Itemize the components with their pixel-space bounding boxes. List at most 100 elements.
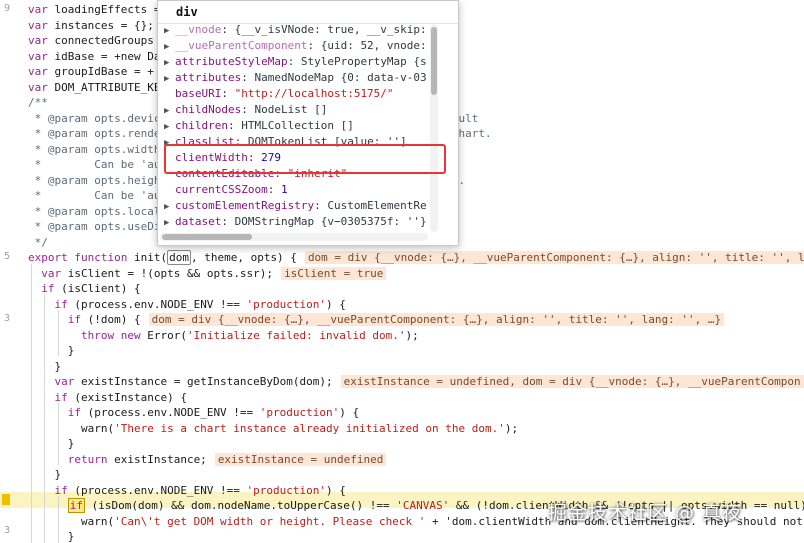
property-row[interactable]: ▶ childNodes: NodeList [] [164, 102, 436, 118]
code-token: (isDom(dom) && dom.nodeName.toUpperCase(… [85, 499, 397, 512]
code-token: * @param opts.local [28, 204, 161, 218]
code-line[interactable]: var isClient = !(opts && opts.ssr); isCli… [28, 266, 804, 282]
code-token: (!dom) { [87, 313, 141, 326]
code-token: } [28, 437, 75, 450]
code-token: (existInstance) { [74, 390, 187, 404]
code-line[interactable]: } [28, 436, 804, 452]
property-key: children [175, 119, 228, 132]
code-line[interactable]: if (process.env.NODE_ENV !== 'production… [28, 405, 804, 421]
object-preview-popover[interactable]: div ▶ __vnode: {__v_isVNode: true, __v_sk… [157, 0, 459, 246]
property-separator: : [307, 39, 321, 52]
code-line[interactable]: } [28, 359, 804, 375]
expand-triangle-icon[interactable]: ▶ [164, 23, 175, 38]
code-token: (process.env.NODE_ENV !== [74, 297, 247, 311]
code-token: ) { [326, 483, 346, 497]
code-token: (process.env.NODE_ENV !== [87, 406, 260, 419]
code-token: } [28, 359, 62, 373]
expand-triangle-icon[interactable]: ▶ [164, 215, 175, 230]
line-gutter[interactable]: 9 5 3 3 [0, 0, 12, 543]
property-row[interactable]: currentCSSZoom: 1 [164, 182, 436, 198]
code-line[interactable]: if (existInstance) { [28, 390, 804, 406]
inline-value-preview: dom = div {__vnode: {…}, __vueParentComp… [148, 313, 725, 326]
code-line[interactable]: } [28, 343, 804, 359]
code-token: * Can be 'au [28, 158, 161, 171]
code-token: * Can be 'au [28, 189, 161, 202]
expand-triangle-icon[interactable]: ▶ [164, 39, 175, 54]
code-token: loadingEffects [54, 3, 148, 16]
execution-pointer-icon [2, 494, 10, 505]
property-row[interactable]: ▶ dataset: DOMStringMap {v−0305375f: ''} [164, 214, 436, 230]
code-line[interactable]: if (process.env.NODE_ENV !== 'production… [28, 483, 804, 499]
code-token: * @param opts.heigh [28, 173, 161, 187]
code-token: 'There is a chart instance already initi… [114, 421, 505, 435]
code-token: 'production' [259, 406, 340, 419]
property-key: customElementRegistry [175, 199, 315, 212]
expand-triangle-icon[interactable]: ▶ [164, 103, 175, 118]
code-token: = + [127, 65, 154, 78]
property-separator: : [221, 23, 235, 36]
code-token: 'CANVAS' [396, 499, 450, 512]
hovered-token[interactable]: dom [167, 250, 191, 265]
code-token: existInstance; [114, 452, 207, 466]
code-line[interactable]: return existInstance; existInstance = und… [28, 452, 804, 468]
code-token: instances [54, 18, 115, 32]
popover-vertical-scroll-thumb[interactable] [431, 27, 437, 95]
property-key: __vueParentComponent [175, 39, 308, 52]
code-line[interactable]: } [28, 467, 804, 483]
popover-horizontal-scroll-thumb[interactable] [162, 234, 252, 240]
paused-statement-token: if [67, 498, 85, 513]
code-token: connectedGroups [54, 34, 154, 47]
code-token: var [28, 3, 55, 16]
property-separator: : [267, 183, 281, 196]
code-token: DOM_ATTRIBUTE_KE [54, 80, 161, 94]
code-line[interactable]: var existInstance = getInstanceByDom(dom… [28, 374, 804, 390]
property-value: CustomElementRe [327, 199, 427, 212]
code-token: if [28, 406, 88, 419]
expand-triangle-icon[interactable]: ▶ [164, 199, 175, 214]
property-row[interactable]: ▶ attributeStyleMap: StylePropertyMap {s [164, 54, 436, 70]
code-token: if [28, 282, 62, 295]
property-value: NamedNodeMap {0: data-v-03 [254, 71, 427, 84]
code-token: isClient = !(opts && opts.ssr); [67, 266, 274, 280]
code-token: ) { [339, 406, 360, 419]
property-row[interactable]: ▶ attributes: NamedNodeMap {0: data-v-03 [164, 70, 436, 86]
property-value: {uid: 52, vnode: [320, 39, 434, 52]
property-row[interactable]: baseURI: "http://localhost:5175/" [164, 86, 436, 102]
code-token: 'Initialize failed: invalid dom.' [186, 328, 406, 342]
line-number[interactable]: 3 [0, 523, 10, 539]
code-token: * @param opts.rende [28, 127, 161, 140]
property-value: "http://localhost:5175/" [234, 87, 394, 100]
expand-triangle-icon[interactable]: ▶ [164, 71, 175, 86]
property-separator: : [241, 103, 255, 116]
code-line[interactable]: } [28, 529, 804, 543]
line-number[interactable]: 5 [0, 249, 10, 265]
code-token: /** [28, 96, 48, 109]
code-token: var [28, 34, 55, 47]
property-value: DOMStringMap {v−0305375f: ''} [234, 215, 427, 228]
expand-triangle-icon[interactable]: ▶ [164, 119, 175, 134]
property-key: __vnode [175, 23, 222, 36]
code-line[interactable]: if (!dom) {dom = div {__vnode: {…}, __vu… [28, 312, 804, 328]
code-line[interactable]: if (process.env.NODE_ENV !== 'production… [28, 297, 804, 313]
code-token: 'production' [246, 483, 327, 497]
code-token: if [28, 483, 75, 497]
expand-triangle-icon[interactable]: ▶ [164, 55, 175, 70]
code-line[interactable]: warn('There is a chart instance already … [28, 421, 804, 437]
code-token: , theme, opts) { [190, 251, 297, 264]
property-row[interactable]: ▶ customElementRegistry: CustomElementRe [164, 198, 436, 214]
client-width-annotation-box [164, 144, 446, 174]
property-row[interactable]: ▶ __vnode: {__v_isVNode: true, __v_skip: [164, 22, 436, 38]
line-number[interactable]: 9 [0, 1, 10, 17]
code-token: existInstance = getInstanceByDom(dom); [80, 375, 333, 388]
code-line[interactable]: if (isClient) { [28, 281, 804, 297]
code-token: Error( [147, 328, 187, 342]
code-line[interactable]: export function init(dom, theme, opts) {… [28, 250, 804, 266]
code-token: var [28, 266, 68, 280]
code-line[interactable]: throw new Error('Initialize failed: inva… [28, 328, 804, 344]
property-row[interactable]: ▶ __vueParentComponent: {uid: 52, vnode: [164, 38, 436, 54]
property-separator: : [227, 119, 242, 132]
property-row[interactable]: ▶ children: HTMLCollection [] [164, 118, 436, 134]
line-number[interactable]: 3 [0, 311, 10, 327]
code-token: init( [133, 251, 168, 264]
code-token: var [28, 80, 55, 94]
